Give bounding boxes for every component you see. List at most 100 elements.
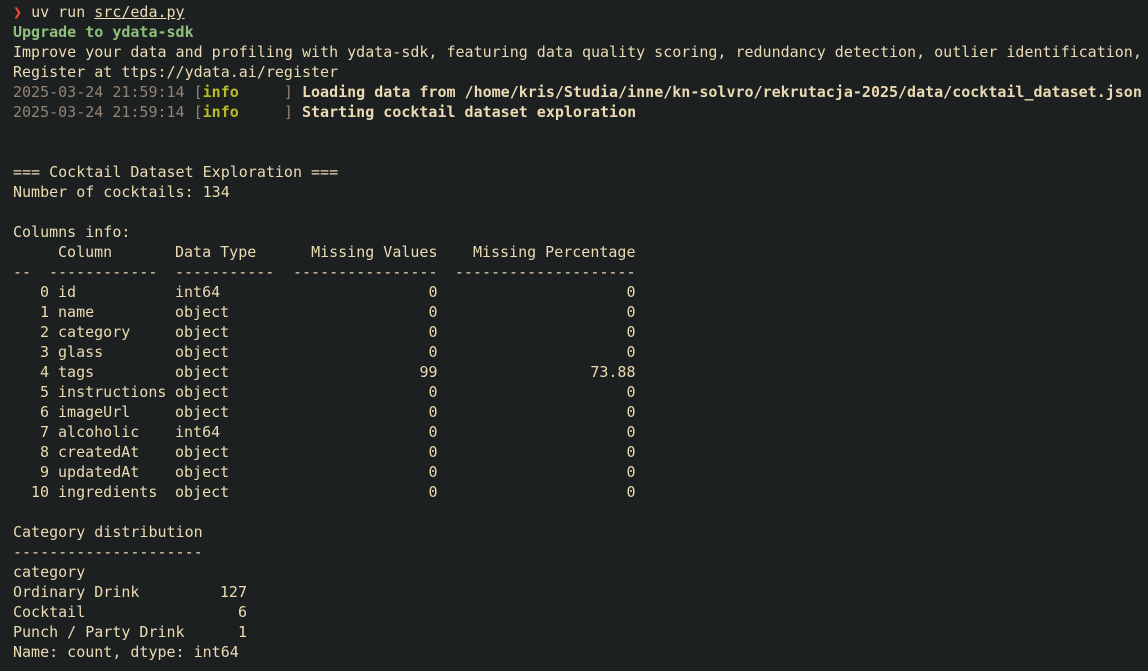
category-row: Ordinary Drink 127 <box>13 582 247 602</box>
table-cell-missing: 0 <box>428 403 438 421</box>
columns-table: Column Data Type Missing Values Missing … <box>13 242 636 502</box>
table-row: 0 id int64 0 0 <box>13 282 636 302</box>
table-cell-column: createdAt <box>58 443 140 461</box>
table-cell-type: object <box>175 463 230 481</box>
table-cell-pct: 0 <box>626 323 636 341</box>
category-rule: --------------------- <box>13 543 203 561</box>
header-cell: Missing Percentage <box>472 243 636 261</box>
log-line: 2025-03-24 21:59:14 [info ] Starting coc… <box>13 103 637 121</box>
table-cell-missing: 0 <box>428 343 438 361</box>
table-cell-missing: 0 <box>428 463 438 481</box>
separator-cell: ---------------- <box>293 263 438 281</box>
log-level: info <box>202 83 239 101</box>
separator-cell: ------------ <box>49 263 158 281</box>
table-cell-type: object <box>175 303 230 321</box>
upgrade-banner-text: Improve your data and profiling with yda… <box>13 43 1142 61</box>
table-header-row: Column Data Type Missing Values Missing … <box>13 242 636 262</box>
table-row: 4 tags object 99 73.88 <box>13 362 636 382</box>
category-name: Ordinary Drink <box>13 583 140 601</box>
table-cell-type: object <box>175 403 230 421</box>
table-row: 6 imageUrl object 0 0 <box>13 402 636 422</box>
table-cell-missing: 0 <box>428 283 438 301</box>
table-separator-row: -- ------------ ----------- ------------… <box>13 262 636 282</box>
table-cell-pct: 0 <box>626 443 636 461</box>
script-path-link[interactable]: src/eda.py <box>94 3 184 21</box>
table-cell-type: object <box>175 383 230 401</box>
category-count: 127 <box>219 583 247 601</box>
category-name: Punch / Party Drink <box>13 623 185 641</box>
table-cell-type: int64 <box>175 423 221 441</box>
table-cell-type: object <box>175 363 230 381</box>
category-row: Cocktail 6 <box>13 602 247 622</box>
table-cell-column: instructions <box>58 383 167 401</box>
table-row: 3 glass object 0 0 <box>13 342 636 362</box>
table-cell-idx: 8 <box>39 443 49 461</box>
table-cell-pct: 0 <box>626 463 636 481</box>
separator-cell: ----------- <box>175 263 275 281</box>
table-cell-pct: 0 <box>626 343 636 361</box>
exploration-heading: === Cocktail Dataset Exploration === <box>13 163 339 181</box>
table-row: 9 updatedAt object 0 0 <box>13 462 636 482</box>
category-heading: Category distribution <box>13 523 203 541</box>
header-cell: Data Type <box>175 243 257 261</box>
table-cell-missing: 99 <box>419 363 438 381</box>
table-cell-idx: 0 <box>39 283 49 301</box>
table-cell-missing: 0 <box>428 303 438 321</box>
table-row: 2 category object 0 0 <box>13 322 636 342</box>
category-count: 1 <box>237 623 247 641</box>
table-row: 1 name object 0 0 <box>13 302 636 322</box>
category-index-name: category <box>13 563 86 581</box>
log-timestamp: 2025-03-24 21:59:14 <box>13 103 185 121</box>
table-cell-column: id <box>58 283 77 301</box>
table-cell-column: imageUrl <box>58 403 131 421</box>
table-cell-column: alcoholic <box>58 423 140 441</box>
table-cell-type: object <box>175 323 230 341</box>
prompt-symbol: ❯ <box>13 3 23 21</box>
table-cell-type: object <box>175 483 230 501</box>
table-cell-idx: 1 <box>39 303 49 321</box>
table-cell-missing: 0 <box>428 323 438 341</box>
table-cell-missing: 0 <box>428 423 438 441</box>
table-cell-column: tags <box>58 363 95 381</box>
log-level: info <box>202 103 239 121</box>
table-cell-type: object <box>175 443 230 461</box>
table-cell-idx: 9 <box>39 463 49 481</box>
table-cell-pct: 0 <box>626 423 636 441</box>
header-cell <box>13 242 49 262</box>
table-cell-pct: 0 <box>626 283 636 301</box>
separator-cell: -- <box>13 263 32 281</box>
table-cell-pct: 0 <box>626 303 636 321</box>
table-cell-column: ingredients <box>58 483 158 501</box>
separator-cell: -------------------- <box>454 263 636 281</box>
table-cell-column: glass <box>58 343 104 361</box>
category-table: Ordinary Drink 127 Cocktail 6 Punch / Party … <box>13 582 247 642</box>
table-cell-idx: 4 <box>39 363 49 381</box>
table-row: 5 instructions object 0 0 <box>13 382 636 402</box>
table-cell-type: object <box>175 343 230 361</box>
table-cell-type: int64 <box>175 283 221 301</box>
table-cell-pct: 0 <box>626 403 636 421</box>
table-row: 10 ingredients object 0 0 <box>13 482 636 502</box>
command-text: uv run <box>31 3 86 21</box>
command-line: ❯ uv run src/eda.py <box>13 2 1148 22</box>
terminal-output[interactable]: ❯ uv run src/eda.py Upgrade to ydata-sdk… <box>13 2 1148 671</box>
columns-info-label: Columns info: <box>13 223 131 241</box>
log-timestamp: 2025-03-24 21:59:14 <box>13 83 185 101</box>
table-cell-idx: 5 <box>39 383 49 401</box>
table-cell-idx: 6 <box>39 403 49 421</box>
table-cell-pct: 73.88 <box>590 363 636 381</box>
header-cell: Column <box>58 243 113 261</box>
category-footer: Name: count, dtype: int64 <box>13 643 239 661</box>
table-cell-pct: 0 <box>626 483 636 501</box>
cocktail-count: Number of cocktails: 134 <box>13 183 230 201</box>
category-name: Cocktail <box>13 603 86 621</box>
register-text: Register at ttps://ydata.ai/register <box>13 63 339 81</box>
header-cell: Missing Values <box>311 243 438 261</box>
table-cell-column: category <box>58 323 131 341</box>
log-message: Loading data from /home/kris/Studia/inne… <box>302 83 1142 101</box>
table-row: 7 alcoholic int64 0 0 <box>13 422 636 442</box>
